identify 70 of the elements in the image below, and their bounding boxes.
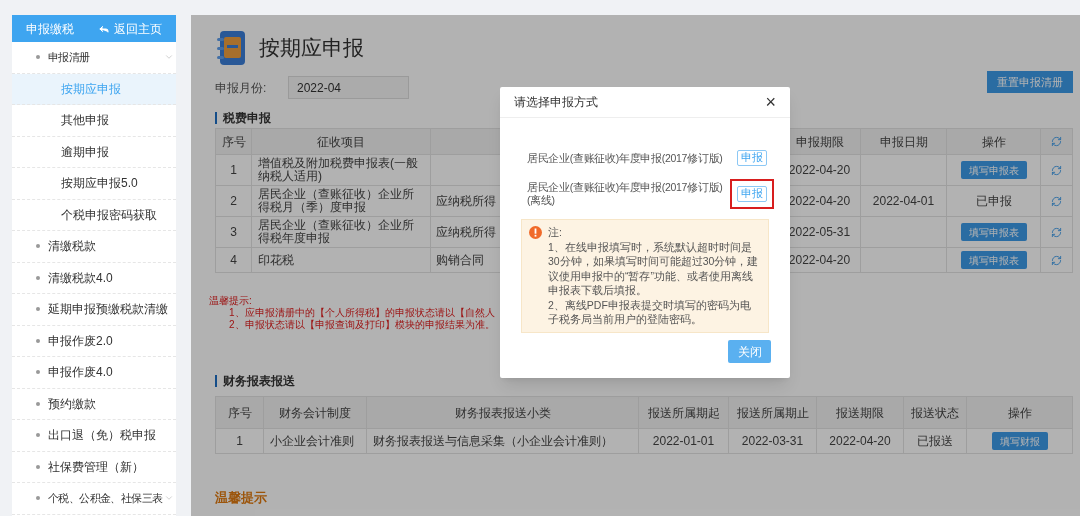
notice-heading: 注:	[548, 225, 563, 240]
month-label: 申报月份:	[215, 79, 268, 97]
refresh-icon[interactable]	[1051, 164, 1062, 176]
table-cell: 2022-01-01	[639, 429, 729, 453]
column-header: 财务报表报送小类	[367, 397, 639, 428]
column-header: 征收项目	[252, 129, 431, 154]
column-header: 报送期限	[817, 397, 904, 428]
hint-line: 2、申报状态请以【申报查询及打印】模块的申报结果为准。	[228, 319, 495, 331]
notice-text: 1、在线申报填写时，系统默认超时时间是30分钟，如果填写时间可能超过30分钟，建议使用申报中的“暂存”功能、或者使用离线申报表下载后填报。	[548, 239, 760, 298]
sidebar-subitem[interactable]: 个税申报密码获取	[12, 199, 176, 231]
refresh-icon[interactable]	[1051, 226, 1062, 238]
column-header: 财务会计制度	[264, 397, 367, 428]
sidebar-item[interactable]: 社保费管理（新）	[12, 451, 176, 483]
column-header: 操作	[947, 129, 1041, 154]
month-field[interactable]: 2022-04	[288, 76, 409, 99]
column-header: 报送所属期起	[639, 397, 729, 428]
hint-line: 1、应申报清册中的【个人所得税】的申报状态请以【自然人	[228, 307, 495, 319]
table-cell-text: 购销合同	[436, 252, 484, 269]
bottom-heading: 温馨提示	[215, 489, 268, 507]
table-cell: 2022-04-20	[817, 429, 904, 453]
section-heading: 税费申报	[223, 110, 271, 127]
dialog-title: 请选择申报方式	[514, 94, 598, 111]
warning-icon	[529, 226, 542, 239]
table-cell: 财务报表报送与信息采集（小企业会计准则）	[367, 429, 639, 453]
sidebar-item[interactable]: 出口退（免）税申报	[12, 420, 176, 452]
table-cell: 小企业会计准则	[264, 429, 367, 453]
column-header: 报送所属期止	[729, 397, 817, 428]
section-heading: 财务报表报送	[223, 373, 295, 390]
refresh-icon[interactable]	[1051, 136, 1062, 147]
table-cell-text: 应纳税所得	[436, 224, 496, 241]
column-header: 序号	[216, 129, 252, 154]
table-cell: 1	[216, 155, 252, 185]
status-text: 已申报	[975, 193, 1012, 210]
table-cell: 印花税	[258, 253, 294, 267]
page-title: 按期应申报	[259, 35, 364, 62]
table-cell: 1	[216, 429, 264, 453]
close-button[interactable]: ×	[765, 93, 776, 111]
table-cell: 2022-03-31	[729, 429, 817, 453]
column-header: 序号	[216, 397, 264, 428]
sidebar-item[interactable]: 申报作废4.0	[12, 357, 176, 389]
table-cell-text: 应纳税所得	[436, 193, 496, 210]
sidebar-subitem[interactable]: 其他申报	[12, 105, 176, 137]
sidebar-item[interactable]: 清缴税款4.0	[12, 262, 176, 294]
column-header: 申报日期	[861, 129, 947, 154]
table-cell-text: 居民企业（查账征收）企业所得税年度申报	[258, 219, 415, 245]
sidebar-item[interactable]: 延期申报预缴税款清缴	[12, 294, 176, 326]
refresh-icon[interactable]	[1051, 195, 1062, 207]
sidebar-subitem[interactable]: 逾期申报	[12, 136, 176, 168]
option-label: 居民企业(查账征收)年度申报(2017修订版)	[527, 151, 723, 165]
notice-text: 2、离线PDF申报表提交时填写的密码为电子税务局当前用户的登陆密码。	[548, 297, 752, 327]
sidebar-item[interactable]: 申报作废2.0	[12, 325, 176, 357]
notebook-icon	[215, 30, 247, 66]
column-header: 操作	[1006, 404, 1033, 422]
table-cell-text: 居民企业（查账征收）企业所得税月（季）度申报	[258, 188, 415, 214]
sidebar-item[interactable]: 清缴税款	[12, 231, 176, 263]
sidebar-subitem[interactable]: 按期应申报5.0	[12, 168, 176, 200]
table-cell: 2	[216, 186, 252, 216]
hint-title: 温馨提示:	[209, 295, 252, 307]
sidebar-item[interactable]: 个税、公积金、社保三表	[12, 483, 176, 515]
sidebar-item[interactable]: 申报清册	[12, 42, 176, 74]
sidebar-title: 申报缴税	[26, 20, 74, 38]
table-cell: 3	[216, 217, 252, 247]
table-cell: 已报送	[904, 429, 967, 453]
option-label: 居民企业(查账征收)年度申报(2017修订版)(离线)	[527, 181, 723, 207]
column-header: 报送状态	[904, 397, 967, 428]
table-cell-text: 2022-04-01	[872, 193, 935, 210]
sidebar-item[interactable]: 预约缴款	[12, 388, 176, 420]
table-cell-text: 增值税及附加税费申报表(一般纳税人适用)	[258, 157, 419, 183]
table-cell: 4	[216, 248, 252, 272]
refresh-icon[interactable]	[1051, 254, 1062, 266]
